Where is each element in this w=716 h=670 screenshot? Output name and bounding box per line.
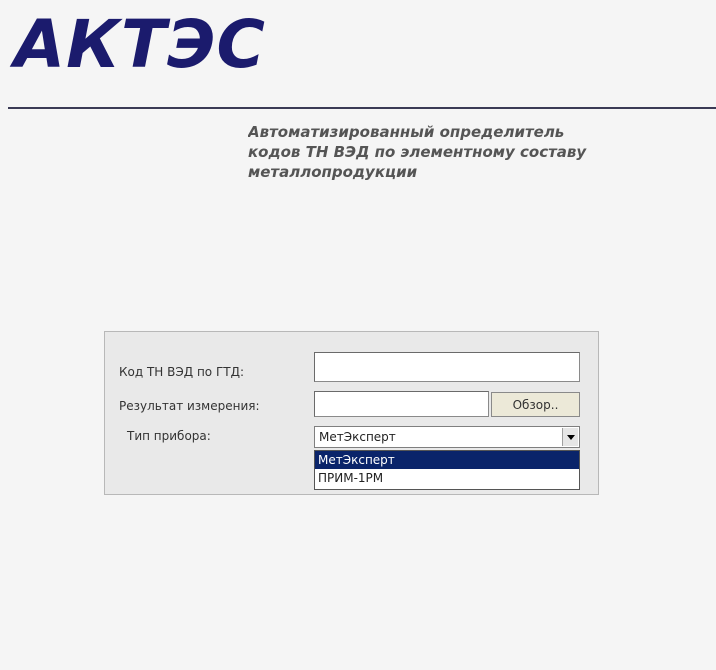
device-type-label: Тип прибора:	[127, 429, 211, 443]
device-type-option-metexpert[interactable]: МетЭксперт	[315, 451, 579, 469]
subtitle-line: Автоматизированный определитель	[248, 123, 565, 141]
measurement-result-label: Результат измерения:	[119, 399, 260, 413]
device-type-option-prim-1rm[interactable]: ПРИМ-1РМ	[315, 469, 579, 487]
dropdown-arrow[interactable]	[562, 428, 578, 446]
tnved-code-input[interactable]	[314, 352, 580, 382]
search-form-panel: Код ТН ВЭД по ГТД: Результат измерения: …	[104, 331, 599, 495]
subtitle-line: металлопродукции	[248, 163, 418, 181]
subtitle-line: кодов ТН ВЭД по элементному составу	[248, 143, 587, 161]
device-type-dropdown-list: МетЭксперт ПРИМ-1РМ	[314, 450, 580, 490]
header-divider	[8, 107, 716, 109]
browse-button[interactable]: Обзор..	[491, 392, 580, 417]
device-type-select[interactable]: МетЭксперт	[314, 426, 580, 448]
logo: АКТЭС	[14, 6, 266, 83]
app-subtitle: Автоматизированный определитель кодов ТН…	[248, 122, 716, 182]
page: АКТЭС Автоматизированный определитель ко…	[0, 0, 716, 670]
measurement-file-input[interactable]	[314, 391, 489, 417]
triangle-down-icon	[566, 434, 575, 440]
device-type-selected-value: МетЭксперт	[319, 430, 396, 444]
tnved-code-label: Код ТН ВЭД по ГТД:	[119, 365, 245, 379]
